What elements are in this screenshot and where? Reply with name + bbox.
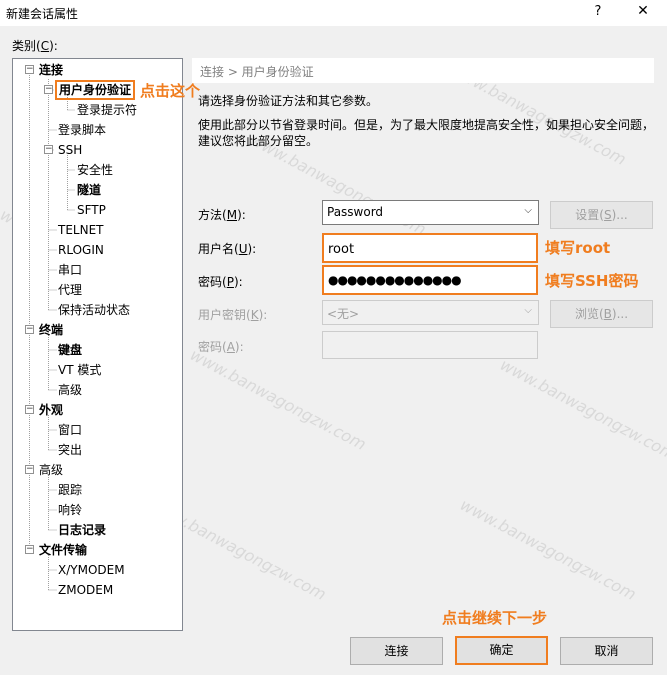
annotation-click-continue: 点击继续下一步 [442,609,548,627]
tree-item-keepalive[interactable]: 保持活动状态 [58,301,130,319]
username-value: root [328,242,355,257]
collapse-icon[interactable]: − [25,545,34,554]
title-bar: 新建会话属性 ? ✕ [0,0,667,26]
category-tree[interactable]: − 连接 − 用户身份验证 登录提示符 登录脚本 − SSH 安全性 隧道 SF… [12,58,183,631]
settings-mnemonic: S [603,208,612,222]
tree-item-login-prompt[interactable]: 登录提示符 [77,101,137,119]
tree-item-login-script[interactable]: 登录脚本 [58,121,106,139]
tree-item-terminal[interactable]: 终端 [39,321,63,339]
close-icon[interactable]: ✕ [636,3,650,19]
tree-item-serial[interactable]: 串口 [58,261,82,279]
collapse-icon[interactable]: − [25,65,34,74]
username-mnemonic: U [238,242,248,256]
passphrase-label-text: 密码 [198,340,223,354]
tree-item-logging[interactable]: 日志记录 [58,521,106,539]
description-line3: 建议您将此部分留空。 [198,134,319,148]
collapse-icon[interactable]: − [44,145,53,154]
annotation-fill-ssh-password: 填写SSH密码 [545,272,639,290]
collapse-icon[interactable]: − [25,465,34,474]
password-value: ●●●●●●●●●●●●●● [328,273,462,287]
watermark: www.banwagongzw.com [187,345,370,454]
tree-item-user-auth[interactable]: 用户身份验证 [55,80,136,100]
cancel-button[interactable]: 取消 [560,637,653,665]
password-field[interactable]: ●●●●●●●●●●●●●● [322,265,538,295]
tree-item-terminal-advanced[interactable]: 高级 [58,381,82,399]
tree-item-trace[interactable]: 跟踪 [58,481,82,499]
passphrase-label: 密码(A): [198,340,244,354]
collapse-icon[interactable]: − [25,325,34,334]
breadcrumb: 连接 > 用户身份验证 [192,58,654,83]
password-mnemonic: P [226,275,234,289]
chevron-down-icon: ⌵ [524,305,532,316]
category-label: 类别(C): [12,39,58,53]
tree-item-highlight[interactable]: 突出 [58,441,82,459]
chevron-down-icon: ⌵ [524,205,532,216]
settings-button[interactable]: 设置(S)... [550,201,653,229]
description-line2: 使用此部分以节省登录时间。但是，为了最大限度地提高安全性，如果担心安全问题， [198,118,655,132]
tree-item-proxy[interactable]: 代理 [58,281,82,299]
description-line1: 请选择身份验证方法和其它参数。 [198,94,379,108]
watermark: www.banwagongzw.com [497,355,667,464]
tree-item-rlogin[interactable]: RLOGIN [58,241,104,259]
help-icon[interactable]: ? [591,4,605,19]
passphrase-field[interactable] [322,331,538,359]
breadcrumb-text: 连接 > 用户身份验证 [200,65,314,79]
tree-item-ssh[interactable]: SSH [58,141,82,159]
username-label: 用户名(U): [198,242,257,256]
passphrase-mnemonic: A [226,340,235,354]
annotation-click-this: 点击这个 [140,82,201,100]
tree-item-sftp[interactable]: SFTP [77,201,106,219]
method-label: 方法(M): [198,208,246,222]
annotation-fill-root: 填写root [545,239,611,257]
user-key-select[interactable]: <无> ⌵ [322,300,539,325]
tree-item-advanced[interactable]: 高级 [39,461,63,479]
user-key-label-text: 用户密钥 [198,308,247,322]
username-label-text: 用户名 [198,242,235,256]
tree-item-security[interactable]: 安全性 [77,161,113,179]
tree-item-connection[interactable]: 连接 [39,61,63,79]
tree-item-xymodem[interactable]: X/YMODEM [58,561,125,579]
password-label-text: 密码 [198,275,223,289]
tree-item-window[interactable]: 窗口 [58,421,82,439]
connect-button[interactable]: 连接 [350,637,443,665]
method-label-text: 方法 [198,208,223,222]
browse-button-label: 浏览 [574,307,599,321]
ok-button[interactable]: 确定 [455,636,548,665]
user-key-label: 用户密钥(K): [198,308,268,322]
category-label-text: 类别 [12,39,37,53]
tree-item-keyboard[interactable]: 键盘 [58,341,82,359]
method-select[interactable]: Password ⌵ [322,200,539,225]
tree-item-appearance[interactable]: 外观 [39,401,63,419]
browse-mnemonic: B [603,307,612,321]
tree-item-telnet[interactable]: TELNET [58,221,104,239]
settings-button-label: 设置 [575,208,600,222]
tree-item-vt-mode[interactable]: VT 模式 [58,361,101,379]
tree-item-zmodem[interactable]: ZMODEM [58,581,113,599]
method-select-value: Password [327,205,384,219]
browse-button[interactable]: 浏览(B)... [550,300,653,328]
username-field[interactable]: root [322,233,538,263]
user-key-select-value: <无> [327,307,360,321]
collapse-icon[interactable]: − [44,85,53,94]
window-title: 新建会话属性 [6,7,79,21]
tree-item-tunnel[interactable]: 隧道 [77,181,101,199]
password-label: 密码(P): [198,275,243,289]
tree-item-file-transfer[interactable]: 文件传输 [39,541,87,559]
watermark: www.banwagongzw.com [457,495,640,604]
collapse-icon[interactable]: − [25,405,34,414]
method-mnemonic: M [226,208,238,222]
tree-item-bell[interactable]: 响铃 [58,501,82,519]
user-key-mnemonic: K [250,308,259,322]
category-mnemonic: C [40,39,50,53]
